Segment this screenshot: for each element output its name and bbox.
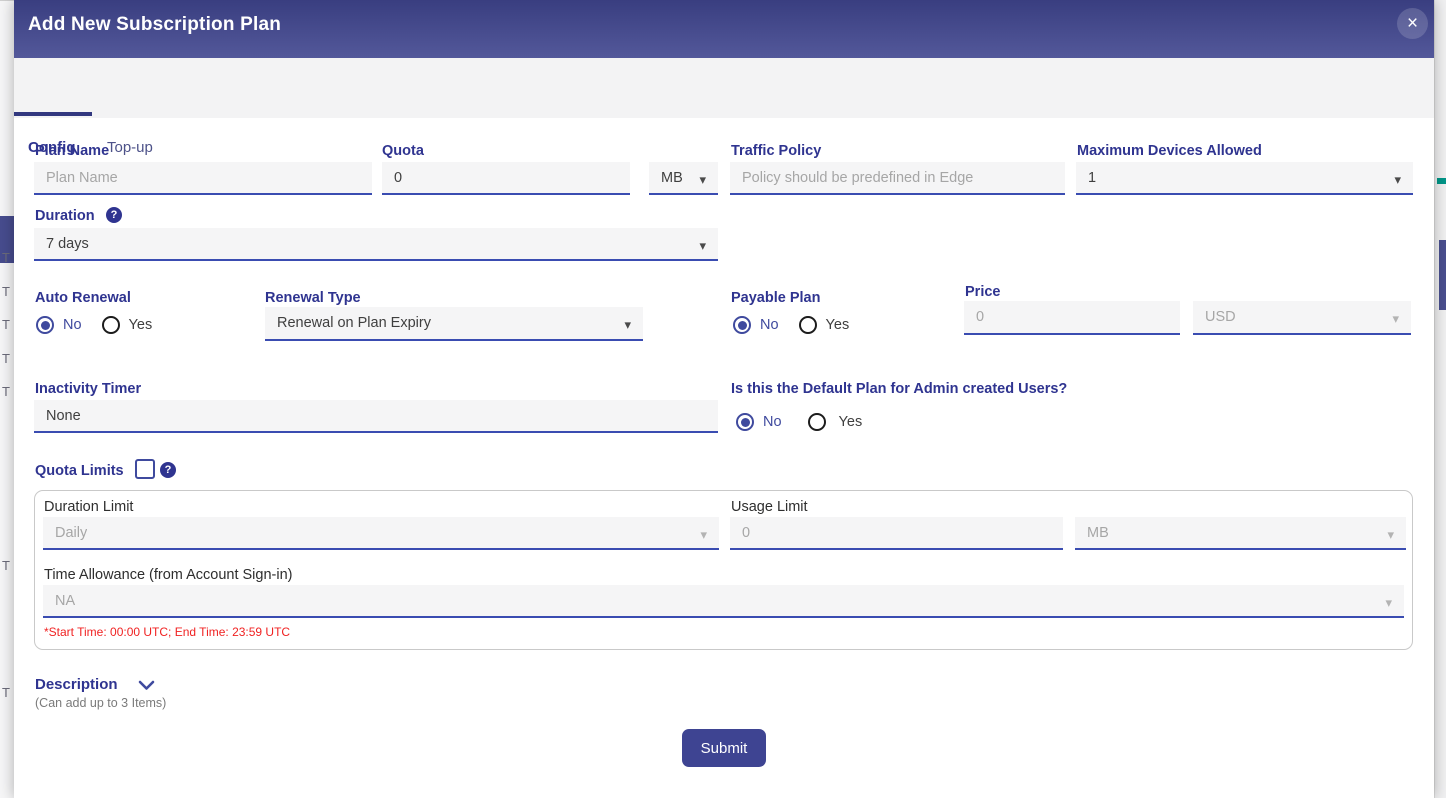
quota-unit-select[interactable]: MB ▾ — [649, 162, 718, 195]
auto-renewal-yes-radio[interactable] — [102, 316, 120, 334]
usage-limit-label: Usage Limit — [731, 499, 808, 515]
background-clipped-text: T — [2, 351, 10, 366]
default-plan-no-label: No — [763, 414, 782, 430]
inactivity-timer-value: None — [46, 408, 81, 424]
background-page-left-edge: T T T T T T T — [0, 0, 14, 798]
page-background: T T T T T T T Add New Subscription Plan … — [0, 0, 1446, 798]
usage-limit-value: 0 — [742, 525, 750, 541]
quota-limits-label: Quota Limits — [35, 463, 124, 479]
active-tab-underline — [14, 112, 92, 116]
background-page-right-edge — [1434, 0, 1446, 798]
submit-button[interactable]: Submit — [682, 729, 766, 767]
time-allowance-label: Time Allowance (from Account Sign-in) — [44, 567, 292, 583]
payable-plan-yes-label: Yes — [826, 317, 850, 333]
usage-limit-unit-value: MB — [1087, 525, 1109, 541]
duration-limit-select[interactable]: Daily ▾ — [43, 517, 719, 550]
page-scrollbar-thumb[interactable] — [1439, 240, 1446, 310]
background-clipped-text: T — [2, 384, 10, 399]
traffic-policy-placeholder: Policy should be predefined in Edge — [742, 170, 973, 186]
background-clipped-text: T — [2, 558, 10, 573]
duration-select[interactable]: 7 days ▾ — [34, 228, 718, 261]
payable-plan-label: Payable Plan — [731, 290, 820, 306]
tab-topup[interactable]: Top-up — [107, 139, 153, 156]
payable-plan-radio-group: No Yes — [733, 316, 869, 334]
quota-value: 0 — [394, 170, 402, 186]
inactivity-timer-label: Inactivity Timer — [35, 381, 141, 397]
default-plan-label: Is this the Default Plan for Admin creat… — [731, 381, 1067, 397]
quota-input[interactable]: 0 — [382, 162, 630, 195]
background-clipped-text: T — [2, 250, 10, 265]
plan-name-label: Plan Name — [35, 143, 109, 159]
traffic-policy-label: Traffic Policy — [731, 143, 821, 159]
dropdown-arrow-icon: ▾ — [1394, 173, 1401, 186]
dropdown-arrow-icon: ▾ — [1387, 528, 1394, 541]
default-plan-yes-label: Yes — [839, 414, 863, 430]
auto-renewal-radio-group: No Yes — [36, 316, 172, 334]
usage-limit-input[interactable]: 0 — [730, 517, 1063, 550]
auto-renewal-no-label: No — [63, 317, 82, 333]
max-devices-label: Maximum Devices Allowed — [1077, 143, 1262, 159]
background-clipped-text: T — [2, 317, 10, 332]
help-icon[interactable]: ? — [160, 462, 176, 478]
description-label: Description — [35, 676, 118, 693]
close-button[interactable]: × — [1397, 8, 1428, 39]
quota-limits-checkbox[interactable] — [135, 459, 155, 479]
plan-name-input[interactable]: Plan Name — [34, 162, 372, 195]
max-devices-value: 1 — [1088, 170, 1096, 186]
radio-dot — [738, 321, 747, 330]
duration-limit-label: Duration Limit — [44, 499, 133, 515]
background-clipped-text: T — [2, 685, 10, 700]
plan-name-placeholder: Plan Name — [46, 170, 118, 186]
help-icon[interactable]: ? — [106, 207, 122, 223]
default-plan-yes-radio[interactable] — [808, 413, 826, 431]
duration-label: Duration — [35, 208, 95, 224]
dropdown-arrow-icon: ▾ — [699, 239, 706, 252]
price-label: Price — [965, 284, 1000, 300]
time-allowance-select[interactable]: NA ▾ — [43, 585, 1404, 618]
renewal-type-select[interactable]: Renewal on Plan Expiry ▾ — [265, 307, 643, 341]
duration-value: 7 days — [46, 236, 89, 252]
radio-dot — [41, 321, 50, 330]
time-range-note: *Start Time: 00:00 UTC; End Time: 23:59 … — [44, 625, 290, 639]
dropdown-arrow-icon: ▾ — [1392, 312, 1399, 325]
default-plan-radio-group: No Yes — [736, 413, 882, 431]
currency-select[interactable]: USD ▾ — [1193, 301, 1411, 335]
background-clipped-text: T — [2, 284, 10, 299]
dropdown-arrow-icon: ▾ — [699, 173, 706, 186]
renewal-type-value: Renewal on Plan Expiry — [277, 315, 431, 331]
payable-plan-yes-radio[interactable] — [799, 316, 817, 334]
radio-dot — [741, 418, 750, 427]
dropdown-arrow-icon: ▾ — [700, 528, 707, 541]
modal-title: Add New Subscription Plan — [28, 14, 281, 36]
traffic-policy-input[interactable]: Policy should be predefined in Edge — [730, 162, 1065, 195]
auto-renewal-no-radio[interactable] — [36, 316, 54, 334]
usage-limit-unit-select[interactable]: MB ▾ — [1075, 517, 1406, 550]
default-plan-no-radio[interactable] — [736, 413, 754, 431]
auto-renewal-label: Auto Renewal — [35, 290, 131, 306]
add-subscription-plan-modal: Add New Subscription Plan × Config Top-u… — [14, 0, 1434, 798]
renewal-type-label: Renewal Type — [265, 290, 361, 306]
dropdown-arrow-icon: ▾ — [1385, 596, 1392, 609]
chevron-down-icon[interactable] — [138, 680, 155, 691]
dropdown-arrow-icon: ▾ — [624, 318, 631, 331]
scrollbar-tick — [1437, 178, 1446, 184]
close-icon: × — [1407, 14, 1418, 33]
modal-header: Add New Subscription Plan × — [14, 0, 1434, 58]
time-allowance-value: NA — [55, 593, 75, 609]
description-note: (Can add up to 3 Items) — [35, 696, 166, 710]
quota-label: Quota — [382, 143, 424, 159]
price-input[interactable]: 0 — [964, 301, 1180, 335]
inactivity-timer-input[interactable]: None — [34, 400, 718, 433]
max-devices-select[interactable]: 1 ▾ — [1076, 162, 1413, 195]
payable-plan-no-radio[interactable] — [733, 316, 751, 334]
quota-unit-value: MB — [661, 170, 683, 186]
duration-limit-value: Daily — [55, 525, 87, 541]
auto-renewal-yes-label: Yes — [129, 317, 153, 333]
price-value: 0 — [976, 309, 984, 325]
currency-value: USD — [1205, 309, 1236, 325]
payable-plan-no-label: No — [760, 317, 779, 333]
tab-bar: Config Top-up — [14, 58, 1434, 118]
